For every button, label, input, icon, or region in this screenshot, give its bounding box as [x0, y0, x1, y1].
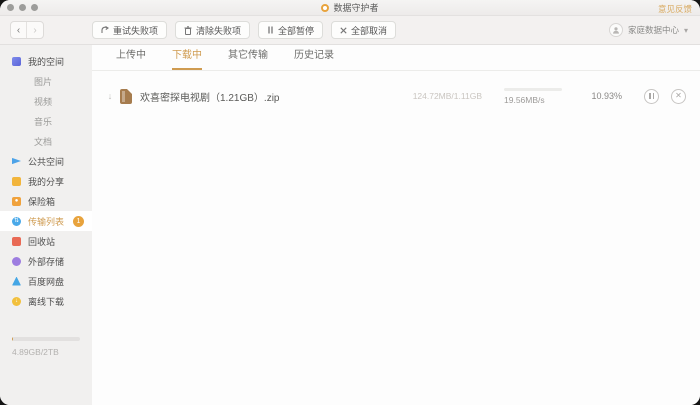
pause-download-button[interactable]	[644, 89, 659, 104]
close-window-button[interactable]	[7, 4, 14, 11]
recycle-bin-icon	[12, 237, 21, 246]
close-icon: ✕	[675, 92, 682, 100]
sidebar: 我的空间 图片 视频 音乐 文档 公共空间 我的分享 ● 保险箱 ⇅ 传输列表 …	[0, 45, 92, 405]
tab-history[interactable]: 历史记录	[294, 46, 334, 70]
transfer-count-badge: 1	[73, 216, 84, 227]
sidebar-item-offline-download[interactable]: ↓ 离线下载	[0, 291, 92, 311]
cancel-all-button[interactable]: 全部取消	[331, 21, 396, 39]
safebox-icon: ●	[12, 197, 21, 206]
app-logo-icon	[321, 4, 329, 12]
retry-icon	[101, 26, 109, 34]
offline-download-icon: ↓	[12, 297, 21, 306]
tab-downloading[interactable]: 下载中	[172, 46, 202, 70]
external-storage-icon	[12, 257, 21, 266]
public-space-icon	[12, 157, 21, 166]
storage-summary: 4.89GB/2TB	[0, 337, 92, 357]
account-name: 家庭数据中心	[628, 24, 679, 36]
sidebar-item-external-storage[interactable]: 外部存储	[0, 251, 92, 271]
minimize-window-button[interactable]	[19, 4, 26, 11]
sidebar-item-transfer-list[interactable]: ⇅ 传输列表 1	[0, 211, 92, 231]
cancel-icon	[340, 27, 347, 34]
trash-icon	[184, 26, 192, 35]
download-progress: 19.56MB/s	[504, 88, 562, 105]
back-button[interactable]: ‹	[11, 22, 27, 38]
zip-file-icon	[120, 89, 132, 104]
download-size: 124.72MB/1.11GB	[413, 91, 482, 101]
sidebar-item-public-space[interactable]: 公共空间	[0, 151, 92, 171]
pause-icon	[267, 26, 274, 34]
toolbar: ‹ › 重试失败项 清除失败项 全部暂停	[0, 16, 700, 45]
transfer-tabs: 上传中 下载中 其它传输 历史记录	[92, 45, 700, 71]
user-avatar-icon	[609, 23, 623, 37]
retry-failed-button[interactable]: 重试失败项	[92, 21, 167, 39]
main-panel: 上传中 下载中 其它传输 历史记录 ↓ 欢喜密探电视剧（1.21GB）.zip …	[92, 45, 700, 405]
pause-icon	[649, 93, 654, 99]
account-menu[interactable]: 家庭数据中心 ▾	[609, 23, 688, 37]
cancel-download-button[interactable]: ✕	[671, 89, 686, 104]
tab-other-transfers[interactable]: 其它传输	[228, 46, 268, 70]
pause-all-button[interactable]: 全部暂停	[258, 21, 323, 39]
app-window: 数据守护者 意见反馈 ‹ › 重试失败项 清除失败项	[0, 0, 700, 405]
chevron-down-icon: ▾	[684, 26, 688, 35]
download-filename: 欢喜密探电视剧（1.21GB）.zip	[140, 89, 279, 104]
transfer-list-icon: ⇅	[12, 217, 21, 226]
titlebar: 数据守护者 意见反馈	[0, 0, 700, 16]
my-space-icon	[12, 57, 21, 66]
window-title: 数据守护者	[333, 1, 378, 14]
sidebar-item-pictures[interactable]: 图片	[0, 71, 92, 91]
sidebar-item-documents[interactable]: 文档	[0, 131, 92, 151]
baidu-netdisk-icon	[12, 277, 21, 286]
download-direction-icon: ↓	[104, 91, 116, 101]
sidebar-item-safebox[interactable]: ● 保险箱	[0, 191, 92, 211]
zoom-window-button[interactable]	[31, 4, 38, 11]
tab-uploading[interactable]: 上传中	[116, 46, 146, 70]
sidebar-item-baidu-netdisk[interactable]: 百度网盘	[0, 271, 92, 291]
download-row[interactable]: ↓ 欢喜密探电视剧（1.21GB）.zip 124.72MB/1.11GB 19…	[92, 79, 700, 113]
sidebar-item-music[interactable]: 音乐	[0, 111, 92, 131]
sidebar-item-my-space[interactable]: 我的空间	[0, 51, 92, 71]
clear-failed-button[interactable]: 清除失败项	[175, 21, 250, 39]
my-share-icon	[12, 177, 21, 186]
history-nav: ‹ ›	[10, 21, 44, 39]
sidebar-item-videos[interactable]: 视频	[0, 91, 92, 111]
progress-bar	[504, 88, 562, 91]
window-controls	[7, 4, 38, 11]
feedback-link[interactable]: 意见反馈	[658, 3, 692, 15]
storage-usage-bar	[12, 337, 80, 341]
forward-button[interactable]: ›	[27, 22, 43, 38]
download-percent: 10.93%	[580, 91, 622, 101]
sidebar-item-recycle-bin[interactable]: 回收站	[0, 231, 92, 251]
download-speed: 19.56MB/s	[504, 95, 562, 105]
storage-usage-label: 4.89GB/2TB	[12, 347, 80, 357]
sidebar-item-my-share[interactable]: 我的分享	[0, 171, 92, 191]
